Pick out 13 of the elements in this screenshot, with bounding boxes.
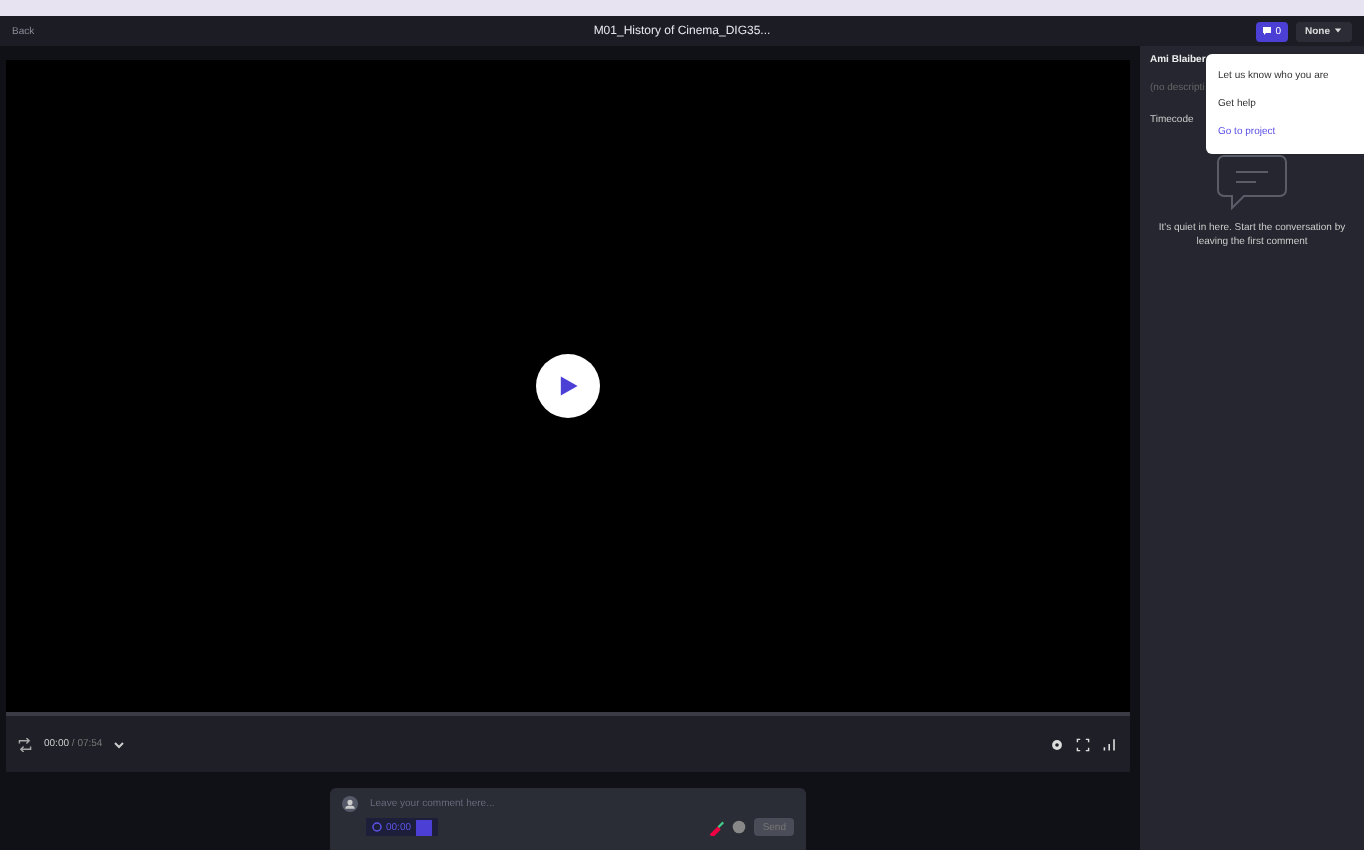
clock-icon (372, 822, 382, 832)
caret-icon[interactable] (114, 739, 125, 749)
play-icon (556, 374, 580, 398)
speech-bubble-icon (1261, 26, 1272, 36)
signal-bars-icon[interactable] (1102, 736, 1118, 752)
fullscreen-icon[interactable] (1076, 737, 1090, 751)
settings-icon[interactable] (1050, 737, 1064, 751)
caret-icon (1334, 25, 1342, 33)
speech-bubble-icon (1216, 154, 1288, 210)
paint-brush-icon[interactable] (708, 819, 725, 835)
loop-icon[interactable] (18, 737, 32, 751)
play-button[interactable] (536, 354, 600, 418)
avatar-icon (342, 796, 358, 812)
